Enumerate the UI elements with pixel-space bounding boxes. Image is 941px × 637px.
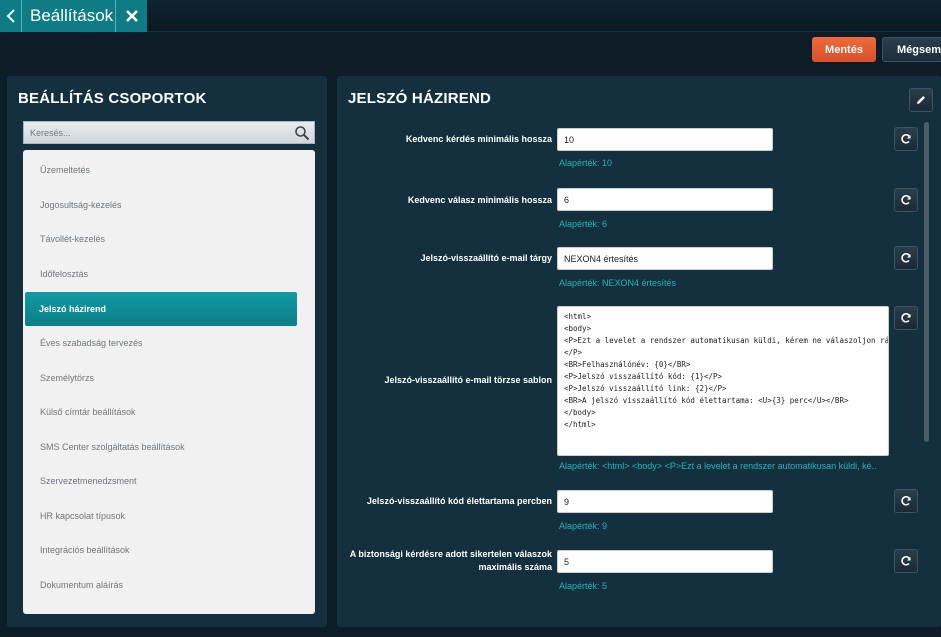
search-input[interactable]: Keresés... — [23, 121, 315, 144]
back-button[interactable] — [0, 0, 22, 32]
default-value: Alapérték: <html> <body> <P>Ezt a levele… — [559, 461, 877, 471]
list-item[interactable]: Üzemeltetés — [23, 153, 315, 187]
min-answer-length-input[interactable]: 6 — [557, 188, 773, 211]
settings-groups-panel: BEÁLLÍTÁS CSOPORTOK Keresés... Üzemeltet… — [7, 76, 327, 627]
list-item[interactable]: Dokumentum aláírás — [23, 568, 315, 602]
default-value: Alapérték: NEXON4 értesítés — [559, 278, 677, 288]
code-lifetime-input[interactable]: 9 — [557, 490, 773, 513]
field-label: Jelszó-visszaállító kód élettartama perc… — [366, 496, 552, 506]
refresh-icon — [901, 134, 911, 144]
refresh-icon — [901, 313, 911, 323]
window-title: Beállítások — [30, 6, 114, 25]
refresh-icon — [901, 253, 911, 263]
field-label: Kedvenc válasz minimális hossza — [407, 195, 552, 205]
close-button[interactable] — [115, 0, 147, 32]
default-value: Alapérték: 9 — [559, 521, 608, 531]
list-item[interactable]: Időfelosztás — [23, 257, 315, 291]
reset-button[interactable] — [894, 306, 918, 330]
list-item[interactable]: SMS Center szolgáltatás beállítások — [23, 430, 315, 464]
list-item[interactable]: Külső címtár beállítások — [23, 395, 315, 429]
list-item[interactable]: Integrációs beállítások — [23, 533, 315, 567]
email-subject-input[interactable]: NEXON4 értesítés — [557, 247, 773, 270]
min-question-length-input[interactable]: 10 — [557, 128, 773, 151]
settings-tab[interactable]: Beállítások — [0, 0, 147, 32]
list-item[interactable]: Jogosultság-kezelés — [23, 188, 315, 222]
settings-panel: JELSZÓ HÁZIREND Kedvenc kérdés minimális… — [337, 76, 941, 627]
field-label-line1: A biztonsági kérdésre adott sikertelen v… — [349, 549, 552, 559]
reset-button[interactable] — [894, 246, 918, 270]
close-icon — [125, 10, 138, 22]
reset-button[interactable] — [894, 188, 918, 212]
default-value: Alapérték: 10 — [559, 158, 613, 168]
reset-button[interactable] — [894, 489, 918, 513]
pencil-icon — [917, 96, 925, 104]
list-item[interactable]: Személytörzs — [23, 361, 315, 395]
cancel-button[interactable]: Mégsem — [882, 37, 941, 62]
groups-list: Üzemeltetés Jogosultság-kezelés Távollét… — [23, 150, 315, 614]
settings-title: JELSZÓ HÁZIREND — [348, 90, 492, 107]
list-item[interactable]: Távollét-kezelés — [23, 222, 315, 256]
search-icon[interactable] — [294, 125, 310, 141]
chevron-left-icon — [6, 9, 15, 23]
edit-button[interactable] — [909, 88, 933, 112]
list-item[interactable]: Szervezetmenedzsment — [23, 464, 315, 498]
reset-button[interactable] — [894, 549, 918, 573]
refresh-icon — [901, 195, 911, 205]
field-label: Jelszó-visszaállító e-mail törzse sablon — [384, 375, 552, 385]
list-item-selected[interactable]: Jelszó házirend — [25, 292, 297, 326]
max-failed-answers-input[interactable]: 5 — [557, 550, 773, 573]
reset-button[interactable] — [894, 127, 918, 151]
scrollbar[interactable] — [924, 122, 929, 442]
action-bar: Mentés Mégsem — [0, 33, 941, 66]
refresh-icon — [901, 496, 911, 506]
field-label: Jelszó-visszaállító e-mail tárgy — [420, 253, 552, 263]
save-button[interactable]: Mentés — [812, 37, 876, 62]
title-bar: Beállítások — [0, 0, 941, 32]
field-label: A biztonsági kérdésre adott sikertelen v… — [337, 548, 552, 574]
email-body-template-textarea[interactable]: <html> <body> <P>Ezt a levelet a rendsze… — [557, 306, 889, 456]
default-value: Alapérték: 6 — [559, 219, 608, 229]
refresh-icon — [901, 556, 911, 566]
default-value: Alapérték: 5 — [559, 581, 608, 591]
list-item[interactable]: HR kapcsolat típusok — [23, 499, 315, 533]
groups-title: BEÁLLÍTÁS CSOPORTOK — [18, 90, 207, 107]
search-placeholder: Keresés... — [30, 128, 71, 138]
field-label-line2: maximális száma — [478, 562, 552, 572]
field-label: Kedvenc kérdés minimális hossza — [405, 134, 552, 144]
list-item[interactable]: Éves szabadság tervezés — [23, 326, 315, 360]
